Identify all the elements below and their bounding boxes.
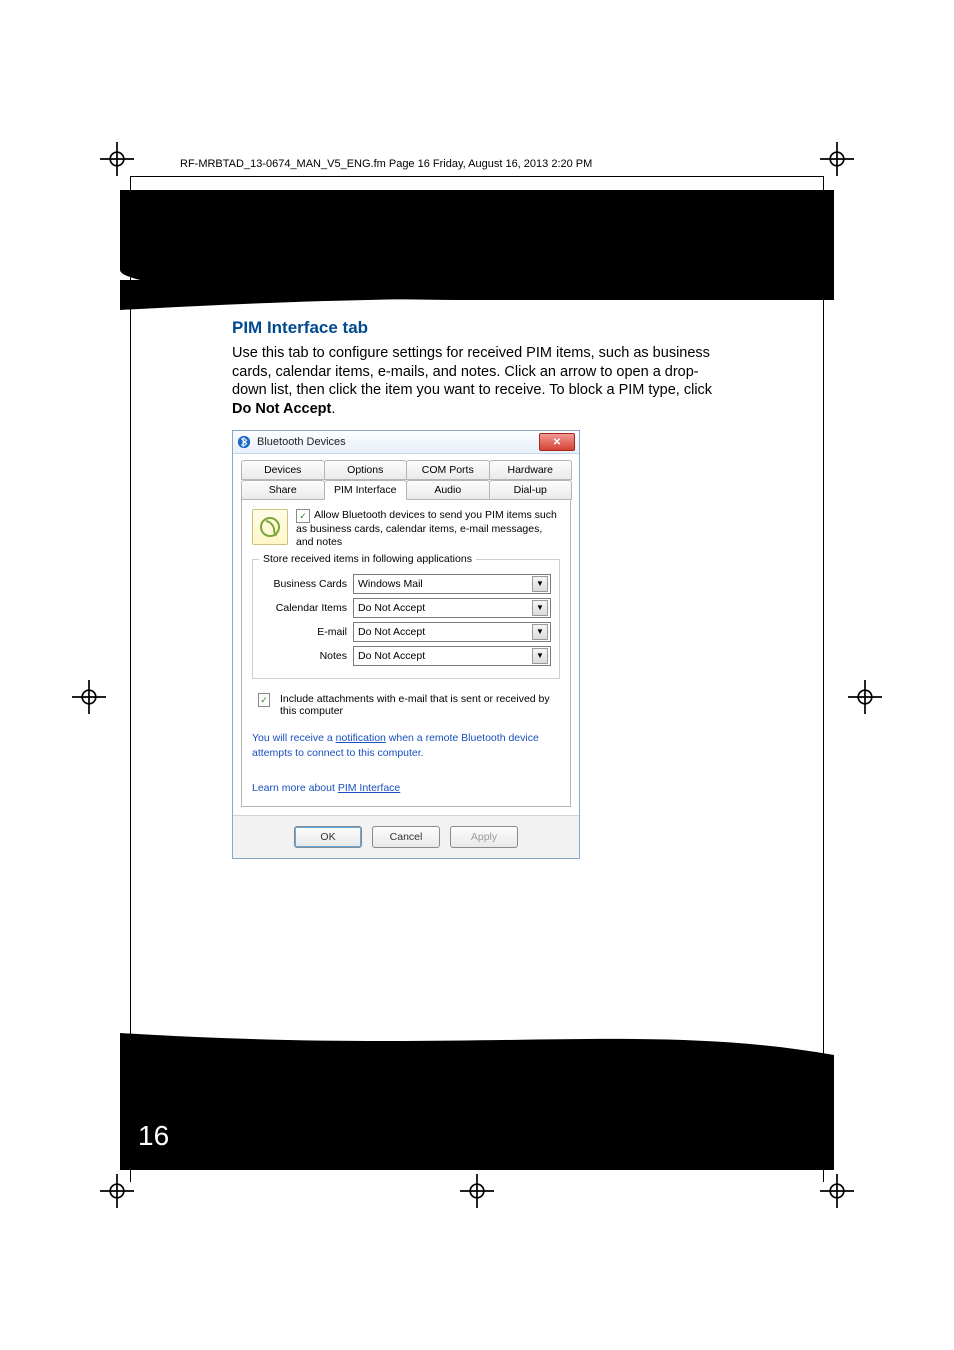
footer-band: 16 xyxy=(120,1055,834,1170)
tab-audio[interactable]: Audio xyxy=(406,480,490,500)
crop-mark-icon xyxy=(460,1174,494,1208)
dialog-button-row: OK Cancel Apply xyxy=(233,815,579,858)
notification-text: You will receive a notification when a r… xyxy=(252,731,560,759)
body-text: Use this tab to configure settings for r… xyxy=(232,344,714,418)
print-header: RF-MRBTAD_13-0674_MAN_V5_ENG.fm Page 16 … xyxy=(180,158,592,170)
row-email: E-mail Do Not Accept ▼ xyxy=(261,622,551,642)
tab-hardware[interactable]: Hardware xyxy=(489,460,573,480)
tab-devices[interactable]: Devices xyxy=(241,460,325,480)
label-business-cards: Business Cards xyxy=(261,578,347,590)
section-heading: PIM Interface tab xyxy=(232,318,714,338)
bluetooth-devices-dialog: Bluetooth Devices ✕ Devices Options COM … xyxy=(232,430,580,859)
label-notes: Notes xyxy=(261,650,347,662)
combo-calendar-items[interactable]: Do Not Accept ▼ xyxy=(353,598,551,618)
crop-mark-icon xyxy=(72,680,106,714)
include-attachments-checkbox[interactable]: ✓ xyxy=(258,693,270,707)
crop-mark-icon xyxy=(848,680,882,714)
bluetooth-icon xyxy=(237,435,251,449)
combo-value: Do Not Accept xyxy=(358,602,425,614)
dialog-titlebar: Bluetooth Devices ✕ xyxy=(233,431,579,454)
tab-pim-interface[interactable]: PIM Interface xyxy=(324,480,408,500)
learn-more-link[interactable]: PIM Interface xyxy=(338,782,400,794)
tabs-row-1: Devices Options COM Ports Hardware xyxy=(241,460,571,480)
tab-dial-up[interactable]: Dial-up xyxy=(489,480,573,500)
body-text-pre: Use this tab to configure settings for r… xyxy=(232,345,712,398)
row-calendar-items: Calendar Items Do Not Accept ▼ xyxy=(261,598,551,618)
body-text-post: . xyxy=(331,401,335,417)
combo-value: Do Not Accept xyxy=(358,626,425,638)
footer-band-curve xyxy=(120,1027,834,1055)
crop-mark-icon xyxy=(100,1174,134,1208)
notif-pre: You will receive a xyxy=(252,732,336,744)
include-attachments-label: Include attachments with e-mail that is … xyxy=(280,693,560,717)
learn-pre: Learn more about xyxy=(252,782,338,794)
crop-mark-icon xyxy=(820,1174,854,1208)
apply-button[interactable]: Apply xyxy=(450,826,518,848)
fieldset-legend: Store received items in following applic… xyxy=(259,553,476,565)
row-business-cards: Business Cards Windows Mail ▼ xyxy=(261,574,551,594)
tabs-row-2: Share PIM Interface Audio Dial-up xyxy=(241,480,571,500)
chevron-down-icon: ▼ xyxy=(532,576,548,592)
close-button[interactable]: ✕ xyxy=(539,433,575,451)
ok-button[interactable]: OK xyxy=(294,826,362,848)
combo-notes[interactable]: Do Not Accept ▼ xyxy=(353,646,551,666)
chevron-down-icon: ▼ xyxy=(532,624,548,640)
learn-more-text: Learn more about PIM Interface xyxy=(252,782,560,794)
close-icon: ✕ xyxy=(553,437,561,448)
store-items-fieldset: Store received items in following applic… xyxy=(252,559,560,679)
frame-line xyxy=(130,176,824,177)
pim-icon xyxy=(252,509,288,545)
tab-share[interactable]: Share xyxy=(241,480,325,500)
crop-mark-icon xyxy=(100,142,134,176)
label-email: E-mail xyxy=(261,626,347,638)
dialog-title: Bluetooth Devices xyxy=(257,436,533,448)
chevron-down-icon: ▼ xyxy=(532,648,548,664)
tab-panel: ✓Allow Bluetooth devices to send you PIM… xyxy=(241,499,571,807)
allow-pim-checkbox[interactable]: ✓ xyxy=(296,509,310,523)
crop-mark-icon xyxy=(820,142,854,176)
combo-email[interactable]: Do Not Accept ▼ xyxy=(353,622,551,642)
row-notes: Notes Do Not Accept ▼ xyxy=(261,646,551,666)
cancel-button[interactable]: Cancel xyxy=(372,826,440,848)
chevron-down-icon: ▼ xyxy=(532,600,548,616)
combo-value: Windows Mail xyxy=(358,578,423,590)
label-calendar-items: Calendar Items xyxy=(261,602,347,614)
combo-business-cards[interactable]: Windows Mail ▼ xyxy=(353,574,551,594)
notification-link[interactable]: notification xyxy=(336,732,386,744)
header-band-curve xyxy=(120,280,834,310)
combo-value: Do Not Accept xyxy=(358,650,425,662)
tab-options[interactable]: Options xyxy=(324,460,408,480)
allow-pim-label: Allow Bluetooth devices to send you PIM … xyxy=(296,509,557,548)
body-text-bold: Do Not Accept xyxy=(232,401,331,417)
tab-com-ports[interactable]: COM Ports xyxy=(406,460,490,480)
page-number: 16 xyxy=(138,1120,169,1152)
